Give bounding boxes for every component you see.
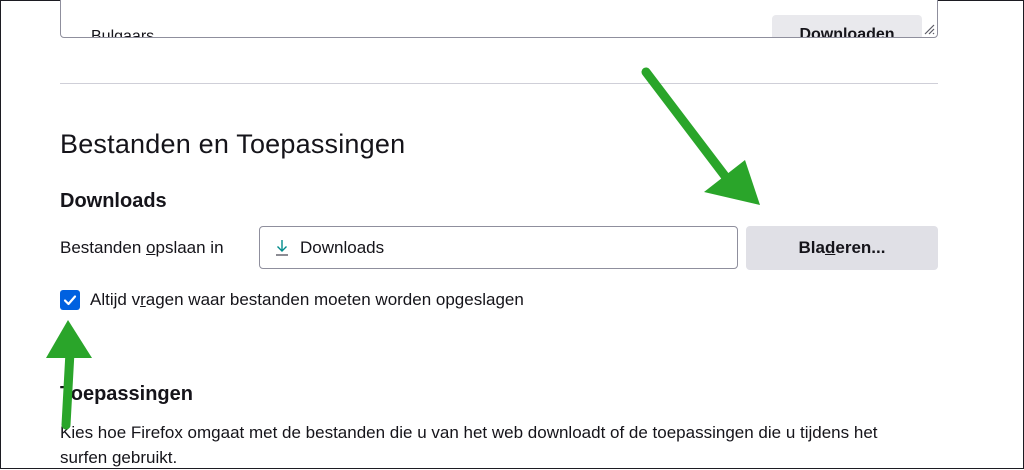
checkmark-icon xyxy=(63,295,77,306)
arrow-to-checkbox-icon xyxy=(46,320,92,430)
download-arrow-icon xyxy=(276,240,288,256)
always-ask-checkbox[interactable] xyxy=(60,290,80,310)
applications-heading: Toepassingen xyxy=(60,383,193,405)
section-title: Bestanden en Toepassingen xyxy=(60,129,406,159)
section-divider xyxy=(60,83,938,84)
applications-description: Kies hoe Firefox omgaat met de bestanden… xyxy=(60,423,878,467)
language-item[interactable]: Bulgaars xyxy=(91,28,154,37)
save-files-label: Bestanden opslaan in xyxy=(60,238,224,257)
download-folder-field[interactable]: Downloads xyxy=(259,226,738,269)
browse-button[interactable]: Bladeren... xyxy=(746,226,938,270)
download-folder-value: Downloads xyxy=(300,238,385,257)
language-list-box[interactable]: Bulgaars Downloaden xyxy=(60,0,938,38)
always-ask-label[interactable]: Altijd vragen waar bestanden moeten word… xyxy=(90,290,524,310)
language-download-button[interactable]: Downloaden xyxy=(772,15,922,37)
arrow-to-browse-button-icon xyxy=(641,67,760,205)
downloads-heading: Downloads xyxy=(60,190,167,212)
resize-grip-icon[interactable] xyxy=(923,23,935,35)
